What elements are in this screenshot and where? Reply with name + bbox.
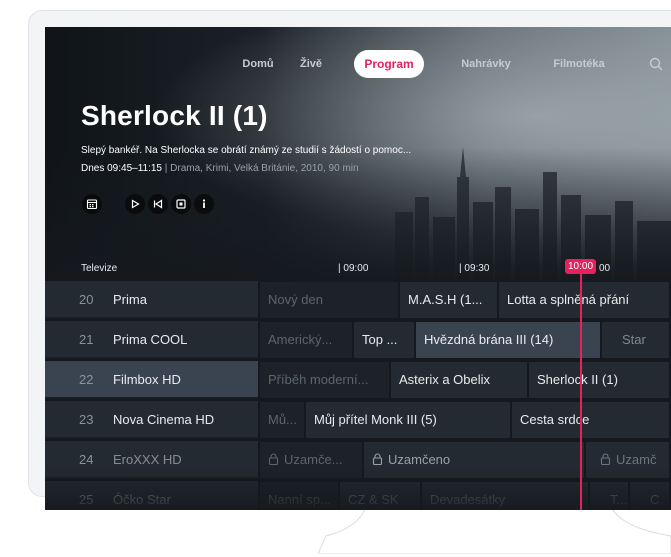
nav-live[interactable]: Živě bbox=[290, 50, 332, 78]
channel-number: 22 bbox=[79, 372, 94, 387]
calendar-button[interactable] bbox=[82, 194, 102, 214]
locked-label: Uzamčeno bbox=[388, 452, 451, 467]
channel-number: 23 bbox=[79, 412, 94, 427]
channel-row-ocko-star[interactable]: 25 Óčko Star bbox=[45, 481, 258, 510]
channel-name: Prima COOL bbox=[113, 332, 188, 347]
program-details: | Drama, Krimi, Velká Británie, 2010, 90… bbox=[162, 163, 359, 174]
channel-number: 24 bbox=[79, 452, 94, 467]
program-cell[interactable]: Hvězdná brána III (14) bbox=[416, 322, 602, 358]
lock-icon bbox=[268, 453, 279, 465]
channel-row-prima[interactable]: 20 Prima bbox=[45, 281, 258, 319]
play-button[interactable] bbox=[125, 194, 145, 214]
info-icon bbox=[202, 199, 206, 208]
channel-number: 20 bbox=[79, 292, 94, 307]
channel-name: Filmbox HD bbox=[113, 372, 181, 387]
current-time-line bbox=[580, 274, 582, 510]
channel-number: 21 bbox=[79, 332, 94, 347]
channel-row-prima-cool[interactable]: 21 Prima COOL bbox=[45, 321, 258, 359]
program-time: Dnes 09:45–11:15 bbox=[81, 163, 162, 174]
info-button[interactable] bbox=[194, 194, 214, 214]
program-meta: Dnes 09:45–11:15 | Drama, Krimi, Velká B… bbox=[81, 163, 359, 174]
record-button[interactable] bbox=[171, 194, 191, 214]
nav-recordings[interactable]: Nahrávky bbox=[450, 50, 522, 78]
program-cell[interactable]: CZ & SK bbox=[340, 482, 422, 510]
channel-row-filmbox-hd[interactable]: 22 Filmbox HD bbox=[45, 361, 258, 399]
program-cell[interactable]: Příběh moderní... bbox=[260, 362, 391, 398]
current-time-badge: 10:00 bbox=[565, 259, 597, 274]
channel-number: 25 bbox=[79, 492, 94, 507]
program-cell[interactable]: Asterix a Obelix bbox=[391, 362, 529, 398]
program-cell[interactable]: C bbox=[630, 482, 671, 510]
play-icon bbox=[131, 199, 140, 209]
program-cell[interactable]: Lotta a splněná přání bbox=[499, 282, 671, 318]
search-icon[interactable] bbox=[649, 57, 663, 71]
record-icon bbox=[176, 199, 186, 209]
locked-label: Uzamče... bbox=[284, 452, 343, 467]
program-title: Sherlock II (1) bbox=[81, 100, 268, 131]
top-navigation: Domů Živě Program Nahrávky Filmotéka bbox=[45, 50, 671, 80]
program-cell[interactable]: Star bbox=[602, 322, 671, 358]
channel-name: Prima bbox=[113, 292, 147, 307]
program-cell[interactable]: Nový den bbox=[260, 282, 400, 318]
channel-name: Nova Cinema HD bbox=[113, 412, 215, 427]
locked-label: Uzamč bbox=[616, 452, 657, 467]
restart-button[interactable] bbox=[148, 194, 168, 214]
program-cell[interactable]: Americký... bbox=[260, 322, 354, 358]
program-cell[interactable]: Devadesátky bbox=[422, 482, 590, 510]
program-cell[interactable]: Nanní sp... bbox=[260, 482, 340, 510]
program-cell[interactable]: Sherlock II (1) bbox=[529, 362, 671, 398]
program-cell-locked[interactable]: Uzamče... bbox=[260, 442, 364, 478]
lock-icon bbox=[600, 453, 611, 465]
program-cell[interactable]: M.A.S.H (1... bbox=[400, 282, 499, 318]
program-cell[interactable]: Můj přítel Monk III (5) bbox=[306, 402, 512, 438]
time-tick-0930: | 09:30 bbox=[459, 263, 490, 274]
program-cell[interactable]: Cesta srdce bbox=[512, 402, 671, 438]
time-tick-0900: | 09:00 bbox=[338, 263, 369, 274]
program-cell[interactable]: Mů... bbox=[260, 402, 306, 438]
nav-filmoteka[interactable]: Filmotéka bbox=[540, 50, 618, 78]
channel-row-nova-cinema-hd[interactable]: 23 Nova Cinema HD bbox=[45, 401, 258, 439]
calendar-icon bbox=[86, 199, 98, 210]
lock-icon bbox=[372, 453, 383, 465]
program-cell-locked[interactable]: Uzamčeno bbox=[364, 442, 586, 478]
timeline-label: Televize bbox=[81, 263, 118, 274]
tv-screen: Domů Živě Program Nahrávky Filmotéka She… bbox=[45, 27, 671, 510]
program-cell[interactable]: Top ... bbox=[354, 322, 416, 358]
time-tick-1030-partial: 00 bbox=[599, 263, 611, 274]
channel-row-eroxxx-hd[interactable]: 24 EroXXX HD bbox=[45, 441, 258, 479]
program-cell-locked[interactable]: Uzamč bbox=[586, 442, 671, 478]
program-cell[interactable]: T... bbox=[590, 482, 630, 510]
channel-name: EroXXX HD bbox=[113, 452, 182, 467]
nav-home[interactable]: Domů bbox=[230, 50, 286, 78]
nav-program[interactable]: Program bbox=[354, 50, 424, 78]
restart-icon bbox=[153, 199, 163, 209]
program-description: Slepý bankéř. Na Sherlocka se obrátí zná… bbox=[81, 145, 412, 156]
channel-name: Óčko Star bbox=[113, 492, 171, 507]
